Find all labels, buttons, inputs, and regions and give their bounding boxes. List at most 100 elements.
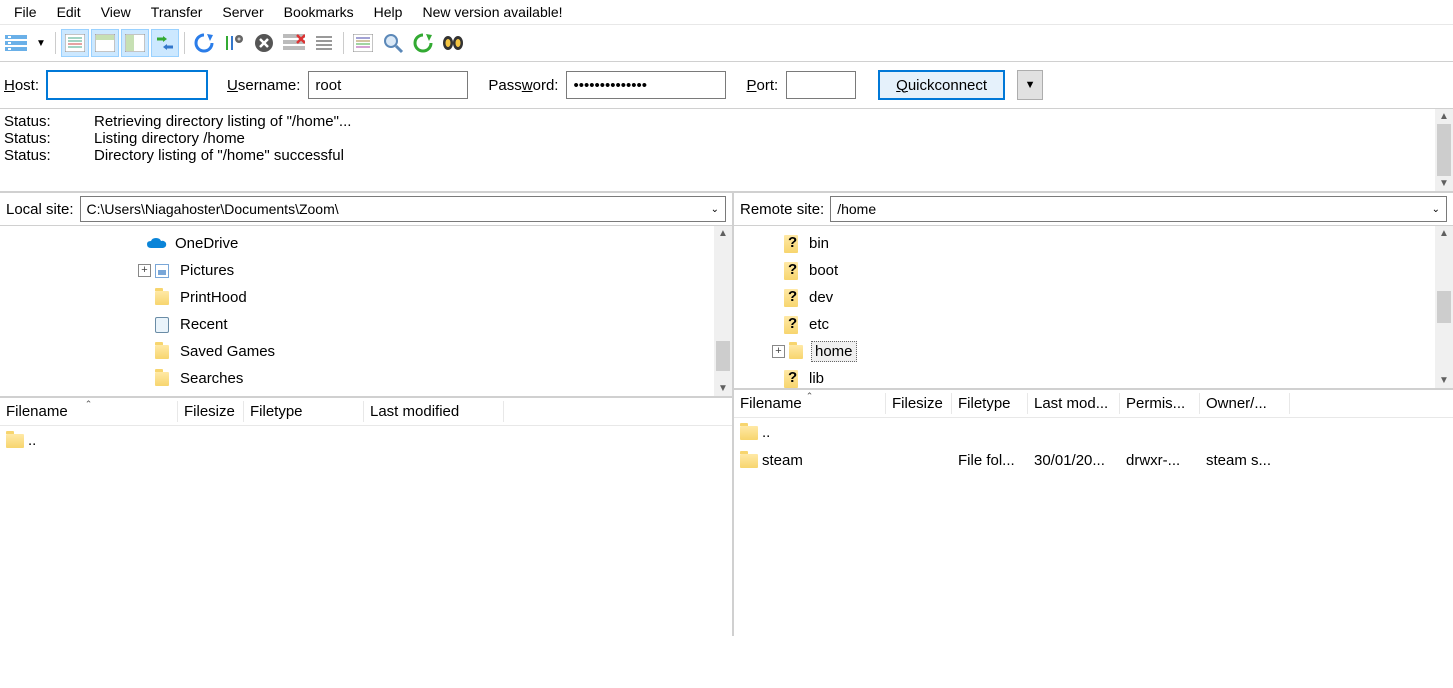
local-tree-scrollbar[interactable]: ▲▼	[714, 226, 732, 396]
column-header[interactable]: Last mod...	[1028, 393, 1120, 414]
unknown-folder-icon	[784, 235, 798, 253]
quickconnect-button[interactable]: Quickconnect	[878, 70, 1005, 100]
password-input[interactable]	[566, 71, 726, 99]
refresh-button[interactable]	[190, 29, 218, 57]
menu-server[interactable]: Server	[212, 2, 273, 22]
tree-node[interactable]: dev	[734, 284, 1453, 311]
cancel-button[interactable]	[250, 29, 278, 57]
menu-file[interactable]: File	[4, 2, 47, 22]
expand-toggle[interactable]: +	[138, 264, 151, 277]
port-input[interactable]	[786, 71, 856, 99]
tree-node-label: bin	[806, 234, 832, 253]
filter-button[interactable]	[349, 29, 377, 57]
host-input[interactable]	[47, 71, 207, 99]
column-header[interactable]: Last modified	[364, 401, 504, 422]
remote-site-label: Remote site:	[740, 201, 824, 218]
menu-transfer[interactable]: Transfer	[141, 2, 213, 22]
username-input[interactable]	[308, 71, 468, 99]
process-queue-button[interactable]	[220, 29, 248, 57]
local-path-value: C:\Users\Niagahoster\Documents\Zoom\	[87, 201, 339, 217]
tree-node[interactable]: bin	[734, 230, 1453, 257]
folder-icon	[740, 454, 758, 468]
tree-node[interactable]: Saved Games	[0, 338, 732, 365]
tree-node[interactable]: etc	[734, 311, 1453, 338]
tree-node[interactable]: + home	[734, 338, 1453, 365]
unknown-folder-icon	[784, 289, 798, 307]
compare-button[interactable]	[409, 29, 437, 57]
column-header[interactable]: Filesize	[178, 401, 244, 422]
log-row: Status:Directory listing of "/home" succ…	[4, 147, 1449, 164]
column-header[interactable]: ⌃Filename	[0, 401, 178, 422]
toggle-log-button[interactable]	[61, 29, 89, 57]
tree-node[interactable]: OneDrive	[0, 230, 732, 257]
port-label: Port:	[746, 77, 778, 94]
toggle-queue-button[interactable]	[151, 29, 179, 57]
menu-help[interactable]: Help	[364, 2, 413, 22]
toggle-local-tree-button[interactable]	[91, 29, 119, 57]
tree-node[interactable]: + Pictures	[0, 257, 732, 284]
tree-node-label: OneDrive	[172, 234, 241, 253]
column-header[interactable]: Filesize	[886, 393, 952, 414]
password-label: Password:	[488, 77, 558, 94]
remote-list[interactable]: ..steamFile fol...30/01/20...drwxr-...st…	[734, 418, 1453, 628]
reconnect-button[interactable]	[310, 29, 338, 57]
tree-node[interactable]: Recent	[0, 311, 732, 338]
remote-tree[interactable]: bin boot dev etc + home lib ▲▼	[734, 226, 1453, 390]
toolbar-separator	[184, 32, 185, 54]
expand-toggle[interactable]: +	[772, 345, 785, 358]
tree-node[interactable]: PrintHood	[0, 284, 732, 311]
list-cell: 30/01/20...	[1028, 451, 1120, 470]
column-header[interactable]: Filetype	[952, 393, 1028, 414]
tree-node[interactable]: lib	[734, 365, 1453, 390]
tree-node-label: home	[811, 341, 857, 362]
host-label: Host:	[4, 77, 39, 94]
site-manager-dropdown[interactable]: ▼	[32, 38, 50, 49]
disconnect-button[interactable]	[280, 29, 308, 57]
quickconnect-history-dropdown[interactable]: ▼	[1017, 70, 1043, 100]
log-row: Status:Listing directory /home	[4, 130, 1449, 147]
remote-path-combo[interactable]: /home ⌄	[830, 196, 1447, 222]
panels: Local site: C:\Users\Niagahoster\Documen…	[0, 193, 1453, 636]
local-tree[interactable]: OneDrive + Pictures PrintHood Recent Saved Ga…	[0, 226, 732, 398]
column-header[interactable]: Filetype	[244, 401, 364, 422]
local-path-combo[interactable]: C:\Users\Niagahoster\Documents\Zoom\ ⌄	[80, 196, 726, 222]
menu-new-version[interactable]: New version available!	[412, 2, 572, 22]
picture-icon	[155, 264, 169, 278]
folder-icon	[155, 345, 169, 359]
list-cell	[952, 431, 1028, 433]
menu-view[interactable]: View	[91, 2, 141, 22]
list-cell	[1200, 431, 1290, 433]
folder-icon	[155, 372, 169, 386]
tree-node-label: Pictures	[177, 261, 237, 280]
toggle-remote-tree-button[interactable]	[121, 29, 149, 57]
folder-icon	[740, 426, 758, 440]
list-row[interactable]: steamFile fol...30/01/20...drwxr-...stea…	[734, 446, 1453, 474]
toolbar-separator	[343, 32, 344, 54]
menu-bookmarks[interactable]: Bookmarks	[274, 2, 364, 22]
local-list-header: ⌃FilenameFilesizeFiletypeLast modified	[0, 398, 732, 426]
quickconnect-bar: Host: Username: Password: Port: Quickcon…	[0, 62, 1453, 109]
tree-node-label: Recent	[177, 315, 231, 334]
local-list[interactable]: ..	[0, 426, 732, 636]
list-row[interactable]: ..	[0, 426, 732, 454]
column-header[interactable]: Permis...	[1120, 393, 1200, 414]
tree-node[interactable]: boot	[734, 257, 1453, 284]
list-cell: File fol...	[952, 451, 1028, 470]
toolbar: ▼	[0, 25, 1453, 62]
list-cell	[1028, 431, 1120, 433]
search-button[interactable]	[379, 29, 407, 57]
tree-node[interactable]: Searches	[0, 365, 732, 392]
tree-node-label: dev	[806, 288, 836, 307]
column-header[interactable]: Owner/...	[1200, 393, 1290, 414]
unknown-folder-icon	[784, 262, 798, 280]
remote-panel: Remote site: /home ⌄ bin boot dev etc + home l…	[732, 193, 1453, 636]
tree-node-label: boot	[806, 261, 841, 280]
list-row[interactable]: ..	[734, 418, 1453, 446]
log-scrollbar[interactable]: ▲▼	[1435, 109, 1453, 191]
menu-edit[interactable]: Edit	[47, 2, 91, 22]
site-manager-button[interactable]	[2, 29, 30, 57]
column-header[interactable]: ⌃Filename	[734, 393, 886, 414]
find-button[interactable]	[439, 29, 467, 57]
remote-tree-scrollbar[interactable]: ▲▼	[1435, 226, 1453, 388]
list-cell	[1120, 431, 1200, 433]
